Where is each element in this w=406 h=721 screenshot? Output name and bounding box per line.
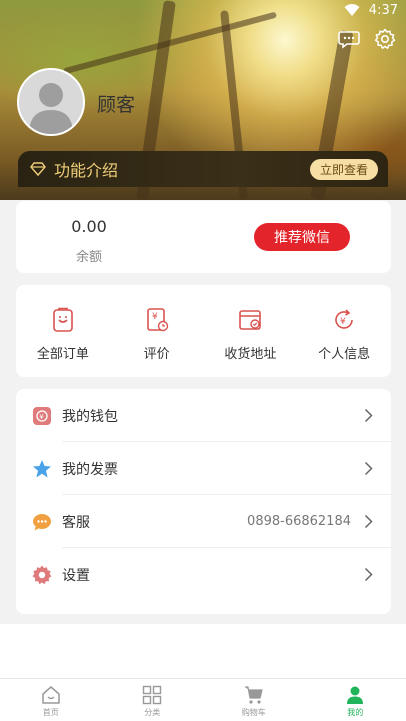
star-icon bbox=[33, 459, 51, 477]
wallet-icon: ¥ bbox=[33, 406, 51, 425]
user-icon bbox=[347, 686, 364, 704]
menu-item-customer-service[interactable]: 客服 0898-66862184 bbox=[16, 495, 391, 548]
order-item-address[interactable]: 收货地址 bbox=[204, 285, 298, 377]
default-avatar-icon bbox=[29, 83, 73, 134]
order-item-review[interactable]: ¥ 评价 bbox=[110, 285, 204, 377]
profile-header-background: 4:37 顾客 功能介绍 立即查看 bbox=[0, 0, 406, 200]
feature-intro-banner[interactable]: 功能介绍 立即查看 bbox=[18, 151, 388, 187]
tab-cart[interactable]: 购物车 bbox=[203, 679, 305, 721]
recommend-wechat-button[interactable]: 推荐微信 bbox=[254, 223, 350, 251]
tab-label: 购物车 bbox=[241, 708, 266, 717]
diamond-icon bbox=[30, 162, 46, 177]
tab-category[interactable]: 分类 bbox=[102, 679, 204, 721]
tab-label: 首页 bbox=[42, 708, 59, 717]
settings-gear-icon bbox=[32, 565, 52, 584]
page-bottom-area bbox=[0, 624, 406, 678]
wifi-icon bbox=[344, 4, 360, 16]
header-actions bbox=[338, 28, 396, 50]
balance-card: 0.00 余额 推荐微信 bbox=[16, 201, 391, 273]
balance-value[interactable]: 0.00 bbox=[60, 217, 118, 236]
order-item-label: 评价 bbox=[143, 347, 170, 362]
status-bar: 4:37 bbox=[0, 0, 406, 22]
home-icon bbox=[42, 686, 60, 704]
cart-icon bbox=[244, 686, 263, 704]
chat-bubble-icon bbox=[33, 513, 51, 530]
order-item-personal-info[interactable]: ¥ 个人信息 bbox=[297, 285, 391, 377]
menu-item-wallet[interactable]: ¥ 我的钱包 bbox=[16, 389, 391, 442]
status-time: 4:37 bbox=[368, 3, 398, 18]
chevron-right-icon bbox=[364, 461, 373, 476]
chevron-right-icon bbox=[364, 408, 373, 423]
order-item-label: 全部订单 bbox=[36, 347, 89, 362]
service-phone-number[interactable]: 0898-66862184 bbox=[247, 514, 351, 529]
username[interactable]: 顾客 bbox=[97, 90, 135, 117]
tab-label: 分类 bbox=[144, 708, 161, 717]
menu-item-label: 我的发票 bbox=[62, 461, 118, 478]
bottom-tab-bar: 首页 分类 购物车 我的 bbox=[0, 678, 406, 721]
order-clipboard-icon bbox=[53, 307, 73, 332]
review-icon: ¥ bbox=[146, 308, 168, 332]
chevron-right-icon bbox=[364, 567, 373, 582]
order-item-all-orders[interactable]: 全部订单 bbox=[16, 285, 110, 377]
profile-refresh-icon: ¥ bbox=[335, 309, 353, 329]
order-shortcuts-card: 全部订单 ¥ 评价 收货地址 ¥ 个人信息 bbox=[16, 285, 391, 377]
message-icon[interactable] bbox=[338, 28, 360, 50]
avatar[interactable] bbox=[17, 68, 85, 136]
balance-label: 余额 bbox=[75, 250, 102, 265]
order-item-label: 个人信息 bbox=[318, 347, 371, 362]
tab-mine[interactable]: 我的 bbox=[305, 679, 406, 721]
svg-text:¥: ¥ bbox=[340, 317, 346, 327]
tab-home[interactable]: 首页 bbox=[0, 679, 102, 721]
menu-card: ¥ 我的钱包 我的发票 客服 0898-66862184 设置 bbox=[16, 389, 391, 614]
feature-intro-label: 功能介绍 bbox=[54, 161, 119, 180]
order-item-label: 收货地址 bbox=[224, 347, 277, 362]
menu-item-label: 客服 bbox=[62, 514, 90, 531]
view-now-button[interactable]: 立即查看 bbox=[309, 159, 378, 180]
chevron-right-icon bbox=[364, 514, 373, 529]
menu-item-settings[interactable]: 设置 bbox=[16, 548, 391, 601]
address-icon bbox=[239, 310, 262, 330]
menu-item-label: 设置 bbox=[62, 567, 90, 584]
tab-label: 我的 bbox=[347, 708, 364, 717]
svg-text:¥: ¥ bbox=[152, 312, 158, 322]
settings-icon[interactable] bbox=[374, 28, 396, 50]
svg-text:¥: ¥ bbox=[39, 413, 44, 421]
menu-item-invoice[interactable]: 我的发票 bbox=[16, 442, 391, 495]
menu-item-label: 我的钱包 bbox=[62, 408, 118, 425]
grid-icon bbox=[143, 685, 162, 705]
